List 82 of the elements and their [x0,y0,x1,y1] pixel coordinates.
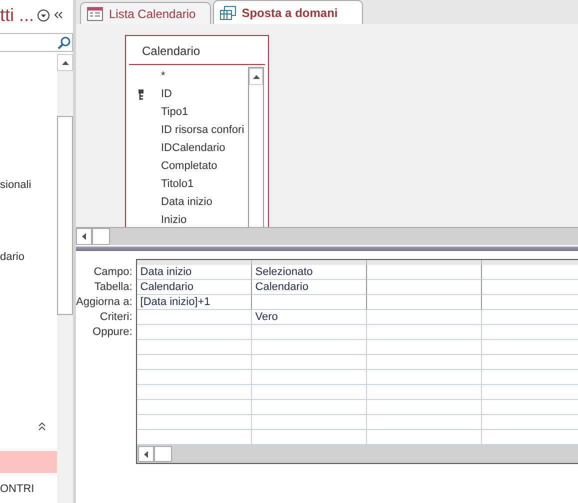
row-label: Tabella: [94,280,132,295]
column-selector[interactable] [482,260,578,265]
scrollbar[interactable] [137,445,578,463]
column-selector[interactable] [252,260,368,265]
document-tab[interactable]: Lista Calendario [80,2,211,24]
nav-item[interactable] [0,451,57,473]
grid-cell[interactable] [252,325,368,340]
row-label: Oppure: [92,325,132,340]
grid-cell[interactable] [137,340,252,355]
column-selector[interactable] [367,260,482,265]
field-name[interactable]: Completato [161,160,218,172]
left-arrow-icon[interactable] [144,450,148,458]
field-name[interactable]: Data inizio [161,196,212,208]
grid-cell[interactable] [367,415,482,430]
column-selector[interactable] [137,260,252,265]
field-name[interactable]: Inizio [161,214,187,226]
row-label: Criteri: [100,310,132,325]
grid-cell[interactable]: Calendario [137,280,252,295]
grid-cell[interactable]: Data inizio [137,265,252,280]
document-tab[interactable]: Sposta a domani [212,0,363,24]
grid-cell[interactable] [137,385,252,400]
scrollbar[interactable] [76,227,578,245]
grid-cell[interactable]: [Data inizio]+1 [137,295,252,310]
grid-cell[interactable] [252,355,368,370]
row-label: Campo: [94,265,132,280]
grid-cell[interactable] [367,400,482,415]
grid-cell[interactable] [481,295,578,310]
grid-cell[interactable] [252,385,368,400]
scroll-thumb[interactable] [154,446,172,462]
grid-cell[interactable] [367,355,482,370]
grid-cell[interactable]: Calendario [251,280,368,295]
grid-cell[interactable] [367,385,482,400]
grid-cell[interactable] [367,310,482,325]
collapse-pane-icon[interactable] [53,10,64,20]
grid-cell[interactable] [137,400,252,415]
grid-cell[interactable]: Vero [252,310,368,325]
grid-cell[interactable] [367,340,482,355]
grid-cell[interactable] [252,400,368,415]
grid-cell[interactable] [366,295,482,310]
field-name[interactable]: IDCalendario [161,142,226,154]
search-field[interactable] [0,33,73,52]
grid-cell[interactable]: Selezionato [251,265,368,280]
grid-cell[interactable] [366,265,482,280]
field-name[interactable]: Titolo1 [161,178,194,190]
nav-item[interactable]: ONTRI [0,483,57,497]
collapse-group-icon[interactable] [37,421,47,431]
up-arrow-icon[interactable] [62,60,68,64]
grid-cell[interactable] [481,280,578,295]
grid-cell[interactable] [367,325,482,340]
field-name[interactable]: * [161,70,166,82]
grid-cell[interactable] [251,295,368,310]
query-icon [220,6,236,20]
pane-splitter[interactable] [76,245,578,251]
search-icon [57,36,71,50]
up-arrow-icon[interactable] [252,74,260,78]
table-title: Calendario [129,36,265,65]
pane-title: tti ... [0,4,34,26]
grid-cell[interactable] [137,415,252,430]
grid-cell[interactable] [481,265,578,280]
grid-cell[interactable] [367,370,482,385]
left-arrow-icon[interactable] [82,233,86,240]
dropdown-circle-icon[interactable] [37,8,50,22]
field-list-window[interactable]: Calendario * ID Tipo1 ID risorsa confori IDCalendario Completato Titolo1 Data inizio Inizio [125,35,269,227]
form-icon [87,6,103,20]
nav-item[interactable]: dario [0,251,57,265]
grid-cell[interactable] [252,415,368,430]
row-label: Aggiorna a: [76,295,132,310]
grid-cell[interactable] [252,340,368,355]
grid-cell[interactable] [137,310,252,325]
scrollbar[interactable] [248,67,264,227]
grid-cell[interactable] [137,370,252,385]
grid-cell[interactable] [252,370,368,385]
grid-cell[interactable] [366,280,482,295]
field-name[interactable]: ID risorsa confori [161,124,244,136]
scroll-thumb[interactable] [92,228,110,245]
grid-cell[interactable] [137,355,252,370]
scrollbar[interactable] [57,54,73,503]
field-name[interactable]: Tipo1 [161,106,188,118]
field-name[interactable]: ID [161,88,172,100]
scroll-thumb[interactable] [57,116,73,315]
grid-cell[interactable] [137,325,252,340]
nav-item[interactable]: sionali [0,179,57,193]
